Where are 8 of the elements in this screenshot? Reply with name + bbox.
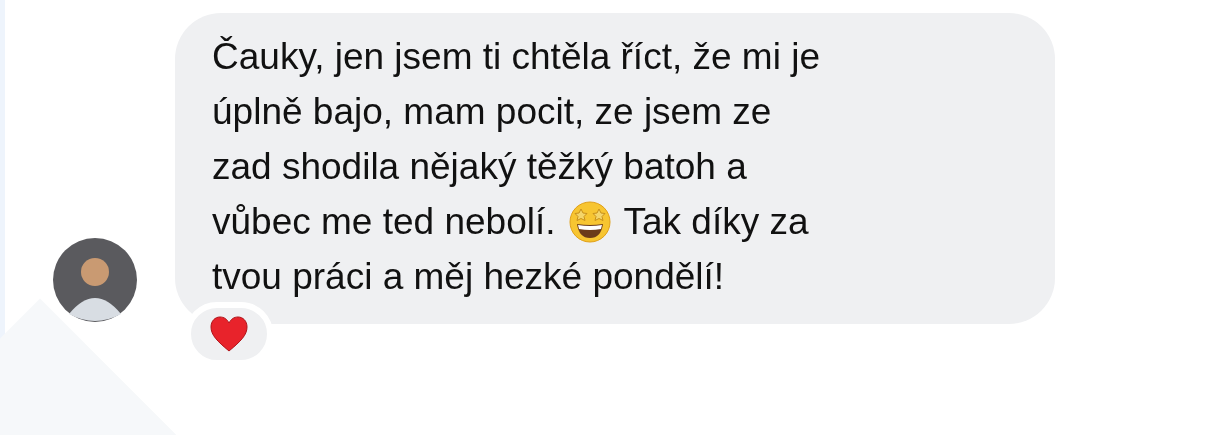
message-text: tvou práci a měj hezké pondělí! [212, 255, 725, 299]
message-text: úplně bajo, mam pocit, ze jsem ze [212, 90, 772, 134]
star-struck-face-icon [567, 199, 612, 244]
heart-icon [209, 315, 249, 353]
message-text: Tak díky za [623, 200, 809, 244]
message-text: zad shodila nějaký těžký batoh a [212, 145, 747, 189]
message-text: vůbec me ted nebolí. [212, 200, 556, 244]
message-text: Čauky, jen jsem ti chtěla říct, že mi je [212, 35, 820, 79]
